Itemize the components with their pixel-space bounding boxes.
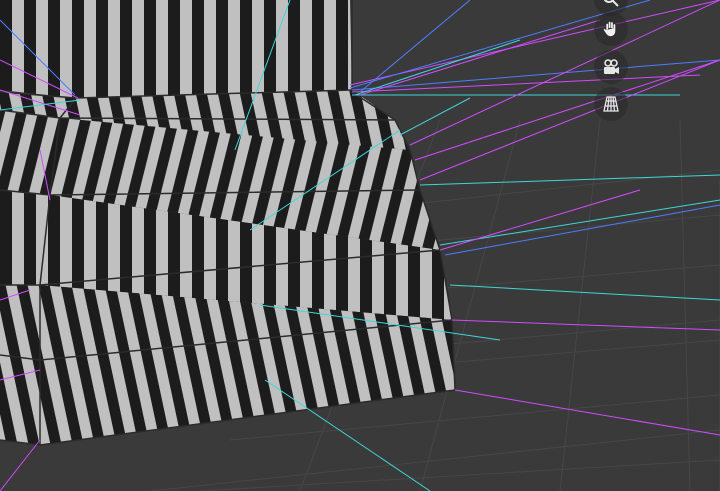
grid-line <box>559 119 601 491</box>
hand-pan-icon <box>603 21 616 37</box>
normal-line <box>409 0 720 146</box>
normal-line <box>454 389 720 436</box>
mesh-top-column <box>0 0 352 98</box>
normal-line <box>351 59 720 91</box>
normal-line <box>451 319 720 331</box>
normal-line <box>354 39 521 96</box>
normal-line <box>399 97 471 136</box>
normal-line <box>0 439 41 491</box>
normal-line <box>444 204 720 256</box>
3d-viewport[interactable] <box>0 0 720 491</box>
normal-line <box>449 284 720 301</box>
striped-mesh <box>0 0 456 446</box>
pan-button[interactable] <box>594 12 628 46</box>
normal-line <box>414 59 720 161</box>
normal-line <box>419 59 720 181</box>
normal-line <box>349 0 720 86</box>
perspective-grid-icon <box>603 96 619 112</box>
zoom-icon <box>603 0 619 7</box>
normal-line <box>439 189 641 251</box>
normal-line <box>359 19 601 96</box>
perspective-button[interactable] <box>594 87 628 121</box>
camera-icon <box>604 59 619 74</box>
camera-button[interactable] <box>594 50 628 84</box>
normal-line <box>439 199 720 246</box>
grid-line <box>199 459 720 491</box>
normal-line <box>419 174 720 186</box>
